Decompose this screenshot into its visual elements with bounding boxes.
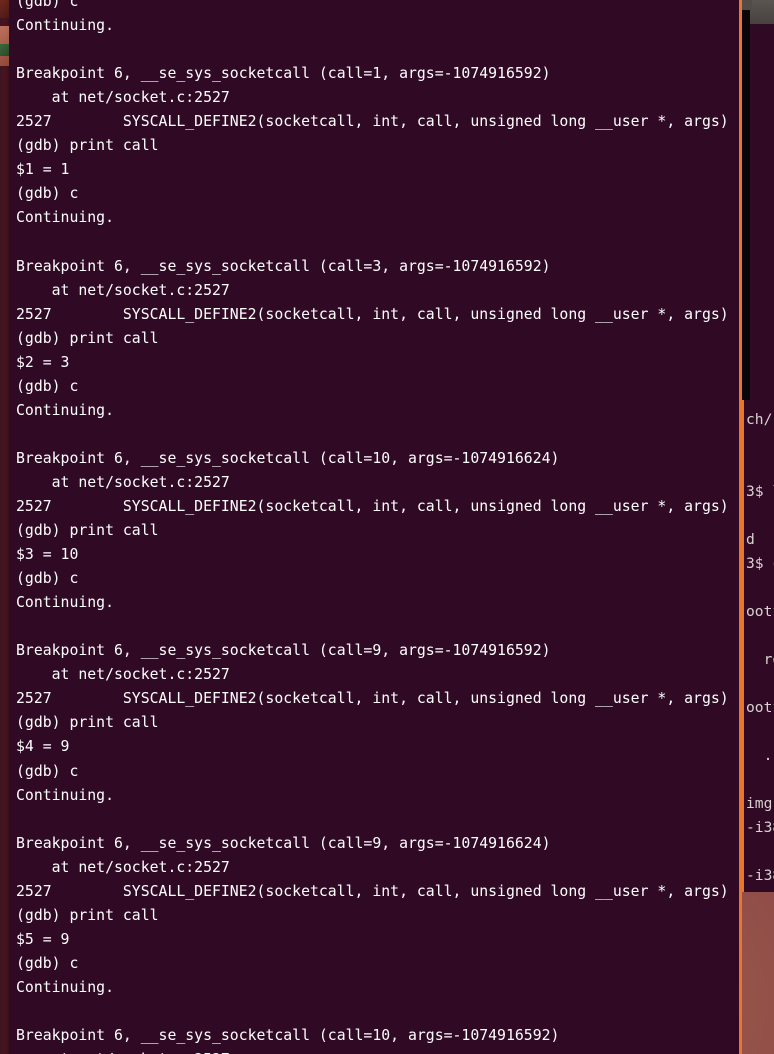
terminal-line: at net/socket.c:2527 bbox=[16, 89, 230, 107]
terminal-line: (gdb) c bbox=[16, 185, 79, 203]
terminal-line: Continuing. bbox=[16, 17, 114, 35]
terminal-line: $4 = 9 bbox=[16, 738, 70, 756]
terminal-line: 2527 SYSCALL_DEFINE2(socketcall, int, ca… bbox=[16, 305, 729, 323]
background-terminal-line: s bbox=[744, 504, 774, 528]
terminal-line: $5 = 9 bbox=[16, 930, 70, 948]
background-terminal-line: -i38 bbox=[746, 867, 774, 884]
terminal-line: (gdb) c bbox=[16, 377, 79, 395]
background-terminal-line: 3$ l bbox=[746, 483, 774, 500]
terminal-line: Breakpoint 6, __se_sys_socketcall (call=… bbox=[16, 642, 551, 660]
background-terminal-line bbox=[744, 840, 774, 864]
background-terminal-line: .. bbox=[763, 747, 774, 764]
terminal-line: at net/socket.c:2527 bbox=[16, 858, 230, 876]
terminal-line: (gdb) print call bbox=[16, 906, 159, 924]
terminal-line: Breakpoint 6, __se_sys_socketcall (call=… bbox=[16, 257, 551, 275]
background-terminal-line: d bbox=[746, 531, 755, 548]
terminal-line: Continuing. bbox=[16, 209, 114, 227]
terminal-line: Continuing. bbox=[16, 786, 114, 804]
terminal-line: 2527 SYSCALL_DEFINE2(socketcall, int, ca… bbox=[16, 497, 729, 515]
background-terminal-line: 3$ c bbox=[746, 555, 774, 572]
terminal-line: (gdb) c bbox=[16, 570, 79, 588]
background-terminal-line bbox=[744, 768, 774, 792]
background-terminal-line: ootf bbox=[746, 699, 774, 716]
terminal-line: $1 = 1 bbox=[16, 161, 70, 179]
terminal-line: (gdb) c bbox=[16, 762, 79, 780]
terminal-line: (gdb) print call bbox=[16, 329, 159, 347]
gdb-terminal-window[interactable]: (gdb) c Continuing. Breakpoint 6, __se_sys… bbox=[5, 0, 742, 1054]
terminal-line: at net/socket.c:2527 bbox=[16, 281, 230, 299]
terminal-line: 2527 SYSCALL_DEFINE2(socketcall, int, ca… bbox=[16, 113, 729, 131]
terminal-line: at net/socket.c:2527 bbox=[16, 473, 230, 491]
gdb-terminal-output[interactable]: (gdb) c Continuing. Breakpoint 6, __se_sys… bbox=[7, 0, 739, 1054]
background-terminal-line: -i38 bbox=[746, 819, 774, 836]
terminal-line: Breakpoint 6, __se_sys_socketcall (call=… bbox=[16, 65, 551, 83]
launcher-icon-files[interactable] bbox=[0, 0, 9, 18]
terminal-line: at net/socket.c:2527 bbox=[16, 1048, 739, 1054]
terminal-line: Continuing. bbox=[16, 594, 114, 612]
terminal-line: (gdb) c bbox=[16, 954, 79, 972]
terminal-line: $3 = 10 bbox=[16, 546, 79, 564]
terminal-line: at net/socket.c:2527 bbox=[16, 666, 230, 684]
terminal-line: Breakpoint 6, __se_sys_socketcall (call=… bbox=[16, 834, 551, 852]
background-terminal-line bbox=[744, 432, 774, 456]
launcher-icon-terminal[interactable] bbox=[0, 44, 9, 56]
background-terminal-line bbox=[744, 672, 774, 696]
background-terminal-line bbox=[744, 456, 774, 480]
terminal-line: (gdb) c bbox=[16, 0, 79, 10]
terminal-line: Continuing. bbox=[16, 401, 114, 419]
terminal-line: (gdb) print call bbox=[16, 137, 159, 155]
terminal-line: 2527 SYSCALL_DEFINE2(socketcall, int, ca… bbox=[16, 882, 729, 900]
terminal-line: Continuing. bbox=[16, 978, 114, 996]
unity-launcher[interactable] bbox=[0, 0, 9, 1054]
terminal-line: Breakpoint 6, __se_sys_socketcall (call=… bbox=[16, 449, 560, 467]
background-terminal-line bbox=[744, 720, 774, 744]
terminal-line: Breakpoint 6, __se_sys_socketcall (call=… bbox=[16, 1027, 560, 1045]
background-terminal-line: img bbox=[746, 795, 773, 812]
terminal-line: 2527 SYSCALL_DEFINE2(socketcall, int, ca… bbox=[16, 690, 729, 708]
desktop-screen: ch/: 3$ l sd 3$ c ootf roo ootf .. img -i38 -i3… bbox=[0, 0, 774, 1054]
terminal-line: (gdb) print call bbox=[16, 714, 159, 732]
background-terminal-line: ootf bbox=[746, 603, 774, 620]
background-terminal-line bbox=[744, 624, 774, 648]
terminal-line: (gdb) print call bbox=[16, 522, 159, 540]
background-terminal-line: ch/: bbox=[746, 411, 774, 428]
terminal-line: $2 = 3 bbox=[16, 353, 70, 371]
background-terminal-line bbox=[744, 576, 774, 600]
background-terminal-line: roo bbox=[763, 651, 774, 668]
